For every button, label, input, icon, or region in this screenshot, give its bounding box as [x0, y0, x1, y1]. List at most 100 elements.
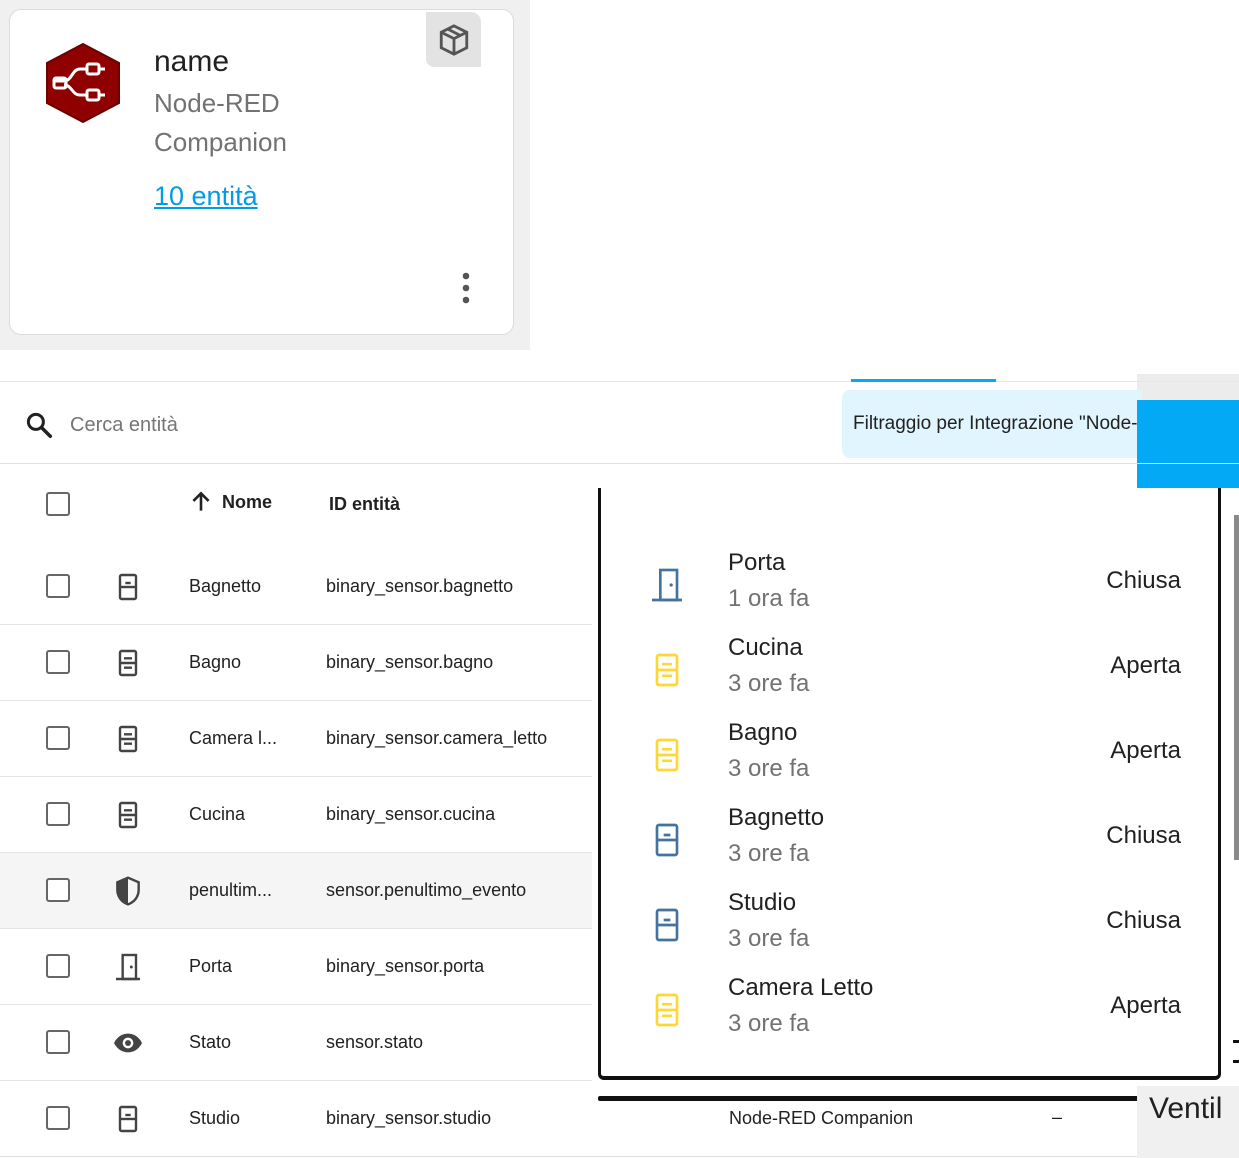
entity-name: Cucina [728, 634, 803, 661]
entities-card-overlay: Porta 1 ora fa Chiusa Cucina 3 ore fa Ap… [598, 488, 1221, 1080]
row-entity-id: binary_sensor.bagnetto [326, 576, 514, 596]
entity-row-porta[interactable]: Porta 1 ora fa Chiusa [601, 549, 1218, 634]
table-row[interactable]: Studio binary_sensor.studio [0, 1081, 592, 1157]
entity-name: Studio [728, 889, 797, 916]
entity-name: Bagno [728, 719, 798, 746]
entity-state: Chiusa [1106, 822, 1181, 849]
filter-chip-action[interactable] [1137, 400, 1239, 488]
door-sensor-open-icon [112, 799, 144, 831]
row-entity-id: sensor.stato [326, 1032, 424, 1052]
row-checkbox[interactable] [46, 574, 70, 598]
entity-row-camera-letto[interactable]: Camera Letto 3 ore fa Aperta [601, 974, 1218, 1059]
table-row[interactable]: Stato sensor.stato [0, 1005, 592, 1081]
overflow-menu-button[interactable] [446, 264, 486, 312]
row-checkbox[interactable] [46, 650, 70, 674]
search-input[interactable] [66, 407, 574, 443]
entity-last-changed: 3 ore fa [728, 840, 810, 867]
row-entity-id: binary_sensor.bagno [326, 652, 494, 672]
partial-ventilation-label: Ventil [1149, 1092, 1223, 1125]
node-red-logo-icon [44, 42, 122, 124]
partial-panel: Ventil [1137, 1086, 1239, 1158]
entity-state: Aperta [1110, 992, 1181, 1019]
entity-last-changed: 3 ore fa [728, 1010, 810, 1037]
row-entity-id: binary_sensor.cucina [326, 804, 496, 824]
shield-half-icon [112, 875, 144, 907]
row-integration: Node-RED Companion [729, 1108, 914, 1128]
column-header-name[interactable]: Nome [188, 489, 272, 515]
package-icon [439, 23, 468, 56]
divider [0, 381, 1239, 382]
eye-icon [112, 1027, 144, 1059]
card-edge [598, 1096, 1220, 1101]
row-name: Porta [189, 956, 233, 976]
table-row[interactable]: Bagnetto binary_sensor.bagnetto [0, 549, 592, 625]
entity-name: Porta [728, 549, 786, 576]
row-checkbox[interactable] [46, 1030, 70, 1054]
door-sensor-closed-icon [647, 820, 687, 860]
dots-vertical-icon [462, 272, 470, 304]
row-entity-id: binary_sensor.porta [326, 956, 485, 976]
column-header-entity-id[interactable]: ID entità [329, 494, 400, 515]
entity-last-changed: 1 ora fa [728, 585, 810, 612]
partial-image-strip [1234, 515, 1239, 860]
row-name: Stato [189, 1032, 232, 1052]
entity-row-studio[interactable]: Studio 3 ore fa Chiusa [601, 889, 1218, 974]
entity-last-changed: 3 ore fa [728, 670, 810, 697]
entity-state: Aperta [1110, 737, 1181, 764]
entity-row-bagnetto[interactable]: Bagnetto 3 ore fa Chiusa [601, 804, 1218, 889]
door-sensor-open-icon [112, 647, 144, 679]
row-area: – [1052, 1107, 1063, 1127]
select-all-checkbox[interactable] [46, 492, 70, 516]
door-icon [112, 951, 144, 983]
door-sensor-closed-icon [647, 905, 687, 945]
row-name: Bagno [189, 652, 242, 672]
divider [0, 1156, 1137, 1157]
row-checkbox[interactable] [46, 802, 70, 826]
table-row[interactable]: Bagno binary_sensor.bagno [0, 625, 592, 701]
row-entity-id: binary_sensor.studio [326, 1108, 492, 1128]
entity-state: Chiusa [1106, 567, 1181, 594]
partial-mark [1233, 1060, 1239, 1063]
entity-row-bagno[interactable]: Bagno 3 ore fa Aperta [601, 719, 1218, 804]
row-name: Camera l... [189, 728, 278, 748]
row-name: Bagnetto [189, 576, 262, 596]
door-sensor-open-icon [647, 735, 687, 775]
entity-last-changed: 3 ore fa [728, 755, 810, 782]
door-sensor-closed-icon [112, 1103, 144, 1135]
entity-name: Camera Letto [728, 974, 874, 1001]
integration-title-line1: Node-RED [154, 88, 280, 118]
row-entity-id: sensor.penultimo_evento [326, 880, 527, 900]
row-name: penultim... [189, 880, 273, 900]
row-name: Studio [189, 1108, 241, 1128]
row-checkbox[interactable] [46, 1106, 70, 1130]
integration-title-line2: Companion [154, 127, 287, 157]
door-sensor-open-icon [112, 723, 144, 755]
entity-last-changed: 3 ore fa [728, 925, 810, 952]
magnify-icon [24, 410, 54, 440]
row-entity-id: binary_sensor.camera_letto [326, 728, 548, 748]
entity-state: Chiusa [1106, 907, 1181, 934]
door-sensor-open-icon [647, 650, 687, 690]
integration-name: name [154, 45, 230, 78]
tab-indicator [851, 379, 996, 382]
entity-name: Bagnetto [728, 804, 825, 831]
table-row[interactable]: penultim... sensor.penultimo_evento [0, 853, 592, 929]
row-checkbox[interactable] [46, 954, 70, 978]
table-row[interactable]: Porta binary_sensor.porta [0, 929, 592, 1005]
column-header-name-label: Nome [222, 491, 273, 512]
row-name: Cucina [189, 804, 246, 824]
filter-chip[interactable]: Filtraggio per Integrazione "Node-RED Co… [842, 390, 1142, 458]
door-icon [647, 565, 687, 605]
entities-link[interactable]: 10 entità [154, 181, 258, 212]
entity-row-cucina[interactable]: Cucina 3 ore fa Aperta [601, 634, 1218, 719]
door-sensor-open-icon [647, 990, 687, 1030]
door-sensor-closed-icon [112, 571, 144, 603]
row-checkbox[interactable] [46, 726, 70, 750]
table-row[interactable]: Camera l... binary_sensor.camera_letto [0, 701, 592, 777]
table-row[interactable]: Cucina binary_sensor.cucina [0, 777, 592, 853]
custom-integration-badge [426, 12, 481, 67]
entity-state: Aperta [1110, 652, 1181, 679]
partial-mark [1233, 1040, 1239, 1043]
panel-background [1137, 374, 1239, 400]
row-checkbox[interactable] [46, 878, 70, 902]
